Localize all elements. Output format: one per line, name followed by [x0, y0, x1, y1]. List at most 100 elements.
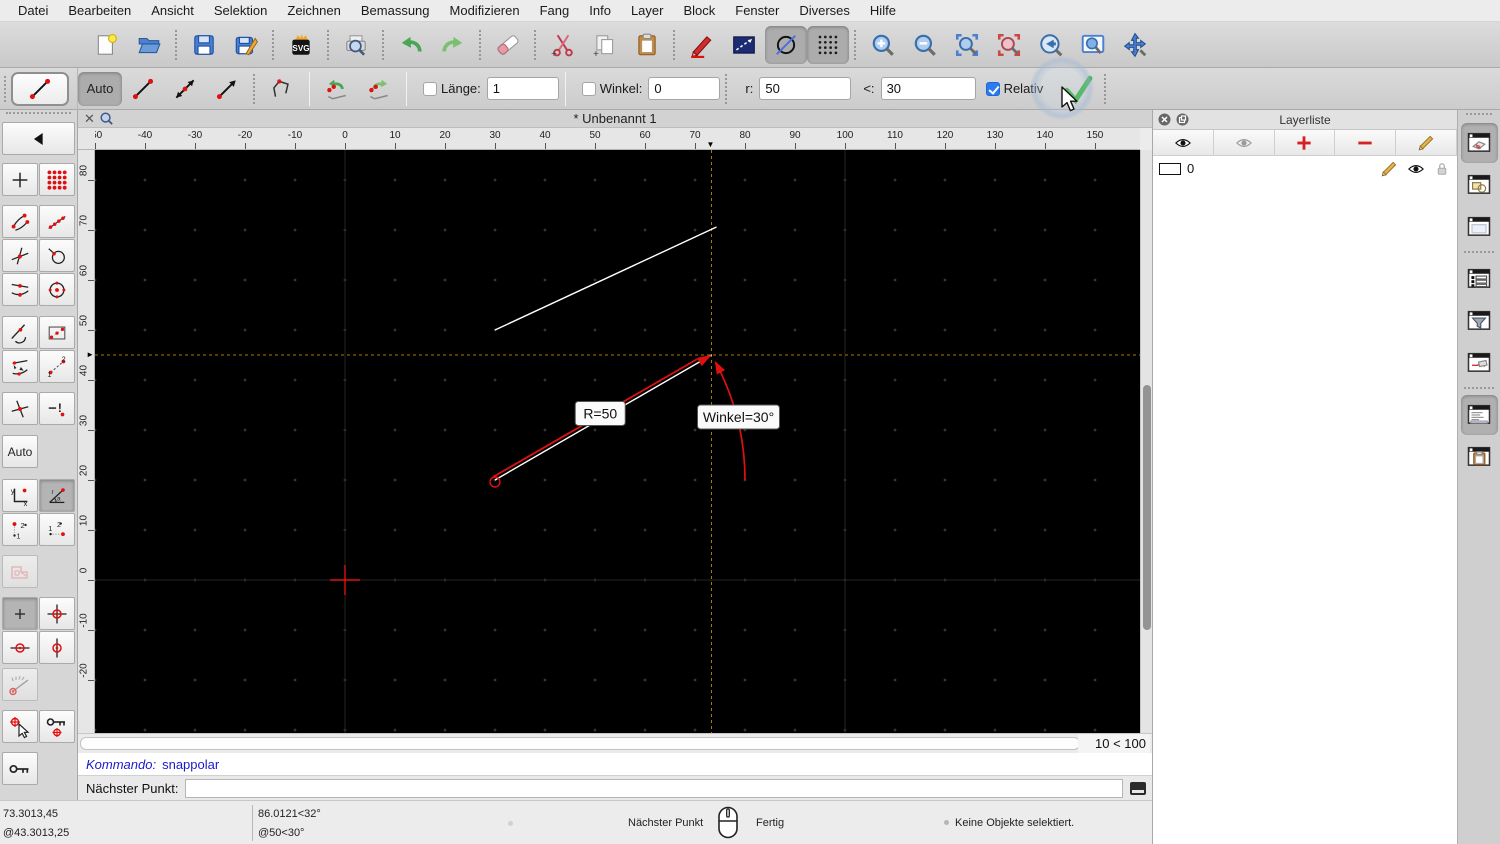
- vertical-scrollbar-thumb[interactable]: [1143, 385, 1151, 630]
- block-list-widget-button[interactable]: [1461, 165, 1498, 205]
- open-file-button[interactable]: [128, 26, 170, 64]
- coordinate-cartesian-button[interactable]: yx: [2, 479, 38, 512]
- line-two-points-button[interactable]: [122, 70, 164, 108]
- menu-item-diverses[interactable]: Diverses: [789, 0, 860, 22]
- tab-close-icon[interactable]: ✕: [84, 110, 95, 128]
- restrict-horizontal-button[interactable]: [2, 631, 38, 664]
- hide-all-layers-button[interactable]: [1213, 130, 1275, 155]
- angle-checkbox[interactable]: [581, 81, 596, 96]
- length-checkbox[interactable]: [423, 81, 437, 96]
- paste-button[interactable]: [626, 26, 668, 64]
- redo-segment-button[interactable]: [358, 70, 400, 108]
- snap-endpoints-button[interactable]: [2, 205, 38, 238]
- polyline-button[interactable]: [261, 70, 303, 108]
- layer-edit-icon[interactable]: [1379, 159, 1399, 179]
- unlock-relative-zero-button[interactable]: [2, 752, 38, 785]
- polar-angle-input[interactable]: [880, 77, 976, 100]
- command-line-widget-button[interactable]: [1461, 343, 1498, 383]
- line-infinite-button[interactable]: [164, 70, 206, 108]
- drawing-canvas[interactable]: R=50 Winkel=30°: [95, 150, 1140, 733]
- property-editor-widget-button[interactable]: [1461, 259, 1498, 299]
- print-preview-button[interactable]: [335, 26, 377, 64]
- panel-float-icon[interactable]: [1176, 113, 1189, 126]
- restrict-vertical-button[interactable]: [39, 631, 75, 664]
- menu-item-datei[interactable]: Datei: [8, 0, 58, 22]
- sidebar-drag-handle[interactable]: [6, 112, 71, 120]
- layer-row[interactable]: 0: [1153, 156, 1457, 181]
- restrict-orthogonal-button[interactable]: [39, 597, 75, 630]
- snap-free-button[interactable]: [2, 163, 38, 196]
- selection-filter-widget-button[interactable]: [1461, 301, 1498, 341]
- library-browser-widget-button[interactable]: [1461, 207, 1498, 247]
- relative-polar-button[interactable]: 12: [39, 513, 75, 546]
- menu-item-block[interactable]: Block: [673, 0, 725, 22]
- angle-input[interactable]: [648, 77, 721, 100]
- snap-orthogonal-button[interactable]: [2, 350, 38, 383]
- relative-cartesian-button[interactable]: 12: [2, 513, 38, 546]
- snap-points-button[interactable]: [39, 205, 75, 238]
- auto-zoom-button[interactable]: [946, 26, 988, 64]
- cut-button[interactable]: +: [542, 26, 584, 64]
- draft-mode-button[interactable]: [723, 26, 765, 64]
- set-relative-zero-button[interactable]: [2, 710, 38, 743]
- pan-button[interactable]: [1114, 26, 1156, 64]
- snap-center-button[interactable]: [39, 273, 75, 306]
- snap-middle-button[interactable]: [2, 273, 38, 306]
- relative-checkbox[interactable]: [985, 81, 1000, 96]
- panel-close-icon[interactable]: [1158, 113, 1171, 126]
- edit-layer-button[interactable]: [1396, 130, 1457, 155]
- menu-item-fenster[interactable]: Fenster: [725, 0, 789, 22]
- svg-export-button[interactable]: SVG: [280, 26, 322, 64]
- layer-color-swatch[interactable]: [1159, 162, 1181, 175]
- remove-layer-button[interactable]: [1335, 130, 1397, 155]
- new-document-button[interactable]: [86, 26, 128, 64]
- lock-relative-zero-button[interactable]: [39, 710, 75, 743]
- screen-linetypes-button[interactable]: [765, 25, 807, 64]
- layer-visibility-icon[interactable]: [1405, 160, 1427, 178]
- clipboard-widget-button[interactable]: [1461, 437, 1498, 477]
- current-tool-line-button[interactable]: [11, 71, 69, 106]
- layer-lock-icon[interactable]: [1433, 160, 1451, 178]
- grid-toggle-button[interactable]: [807, 25, 849, 64]
- coordinate-polar-button[interactable]: ra: [39, 479, 75, 512]
- layer-list-widget-button[interactable]: [1460, 123, 1498, 163]
- snap-exclude-button[interactable]: !: [39, 392, 75, 425]
- menu-item-bemassung[interactable]: Bemassung: [351, 0, 440, 22]
- menu-item-ansicht[interactable]: Ansicht: [141, 0, 204, 22]
- show-all-layers-button[interactable]: [1153, 130, 1214, 155]
- snap-intersection-button[interactable]: [2, 239, 38, 272]
- menu-item-hilfe[interactable]: Hilfe: [860, 0, 906, 22]
- snap-reference-button[interactable]: [39, 316, 75, 349]
- command-input[interactable]: [184, 778, 1123, 798]
- menu-item-layer[interactable]: Layer: [621, 0, 674, 22]
- radius-input[interactable]: [759, 77, 852, 100]
- snap-auto-button[interactable]: Auto: [2, 435, 38, 468]
- command-expand-button[interactable]: [1128, 780, 1148, 797]
- previous-view-button[interactable]: [1030, 26, 1072, 64]
- menu-item-zeichnen[interactable]: Zeichnen: [277, 0, 350, 22]
- drawing-preferences-button[interactable]: [681, 26, 723, 64]
- back-button[interactable]: [2, 122, 75, 155]
- snap-intersection-manual-button[interactable]: [2, 392, 38, 425]
- menu-item-info[interactable]: Info: [579, 0, 621, 22]
- restrict-nothing-button[interactable]: [2, 597, 38, 630]
- zoom-out-button[interactable]: [904, 26, 946, 64]
- line-ray-button[interactable]: [206, 70, 248, 108]
- auto-snap-button[interactable]: Auto: [78, 71, 122, 106]
- undo-segment-button[interactable]: [316, 70, 358, 108]
- snap-grid-button[interactable]: [39, 163, 75, 196]
- menu-item-fang[interactable]: Fang: [530, 0, 580, 22]
- copy-button[interactable]: +: [584, 26, 626, 64]
- apply-button[interactable]: [1057, 70, 1099, 108]
- save-button[interactable]: [183, 26, 225, 64]
- menu-item-bearbeiten[interactable]: Bearbeiten: [58, 0, 141, 22]
- zoom-selection-button[interactable]: [988, 26, 1030, 64]
- dock-drag-handle[interactable]: [1466, 113, 1492, 120]
- snap-distance-button[interactable]: 12: [39, 350, 75, 383]
- length-input[interactable]: [486, 77, 559, 100]
- menu-item-modifizieren[interactable]: Modifizieren: [440, 0, 530, 22]
- save-as-button[interactable]: [225, 26, 267, 64]
- toolbar-drag-handle[interactable]: [4, 75, 8, 102]
- command-history-widget-button[interactable]: [1460, 395, 1498, 435]
- zoom-in-button[interactable]: [862, 26, 904, 64]
